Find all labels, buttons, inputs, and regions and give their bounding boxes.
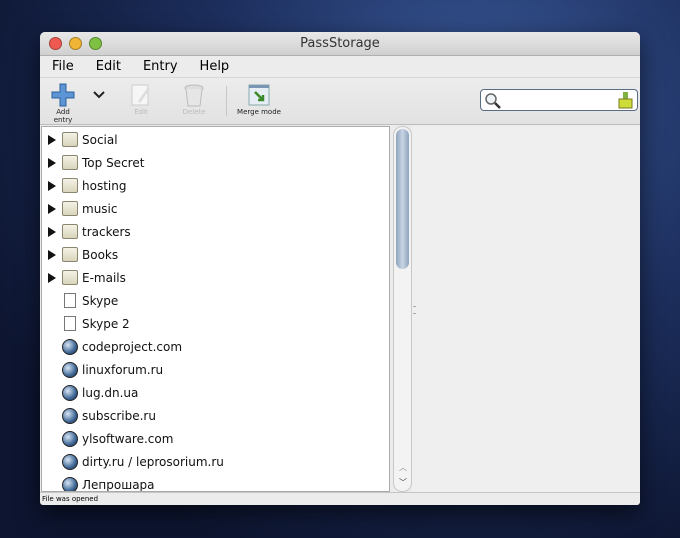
zoom-button[interactable] — [89, 37, 102, 50]
tree-item[interactable]: hosting — [42, 174, 389, 197]
menu-help[interactable]: Help — [200, 56, 230, 77]
status-bar: File was opened — [40, 492, 640, 505]
menu-file[interactable]: File — [52, 56, 74, 77]
tree-item-label: music — [82, 201, 118, 216]
title-bar: PassStorage — [40, 32, 640, 56]
folder-icon — [62, 247, 78, 262]
tree-item-label: hosting — [82, 178, 127, 193]
expand-arrow-icon[interactable] — [48, 203, 56, 214]
tree-item-label: Skype — [82, 293, 119, 308]
expand-arrow-icon[interactable] — [48, 226, 56, 237]
scroll-up-arrow-icon[interactable]: ︿ — [399, 462, 407, 473]
tree-item[interactable]: Social — [42, 128, 389, 151]
tree-item[interactable]: Skype 2 — [42, 312, 389, 335]
tree-item-label: ylsoftware.com — [82, 431, 174, 446]
tree-item-label: linuxforum.ru — [82, 362, 164, 377]
clear-brush-icon[interactable] — [618, 91, 634, 113]
tree-item-label: dirty.ru / leprosorium.ru — [82, 454, 224, 469]
web-globe-icon — [62, 384, 78, 401]
window-title: PassStorage — [300, 36, 380, 51]
tree-item[interactable]: dirty.ru / leprosorium.ru — [42, 450, 389, 473]
search-field[interactable] — [480, 89, 638, 111]
tree-item[interactable]: codeproject.com — [42, 335, 389, 358]
tree-item[interactable]: E-mails — [42, 266, 389, 289]
minimize-button[interactable] — [69, 37, 82, 50]
status-text: File was opened — [42, 495, 99, 503]
scrollbar-thumb[interactable] — [396, 129, 409, 269]
web-globe-icon — [62, 430, 78, 447]
menu-bar: File Edit Entry Help — [40, 56, 640, 78]
tree-item-label: lug.dn.ua — [82, 385, 139, 400]
expand-arrow-icon[interactable] — [48, 272, 56, 283]
tree-scrollbar[interactable]: ︿ ﹀ — [393, 126, 412, 492]
folder-icon — [62, 270, 78, 285]
tree-item[interactable]: Skype — [42, 289, 389, 312]
app-window: PassStorage File Edit Entry Help Add ent… — [40, 32, 640, 505]
expand-arrow-icon[interactable] — [48, 180, 56, 191]
merge-icon — [236, 82, 282, 108]
folder-icon — [62, 155, 78, 170]
tree-item-label: trackers — [82, 224, 131, 239]
trash-icon — [178, 82, 210, 108]
tree-item[interactable]: subscribe.ru — [42, 404, 389, 427]
web-globe-icon — [62, 407, 78, 424]
delete-button[interactable]: Delete — [178, 82, 210, 116]
tree-item[interactable]: Books — [42, 243, 389, 266]
expand-arrow-icon[interactable] — [48, 134, 56, 145]
menu-edit[interactable]: Edit — [96, 56, 121, 77]
edit-button[interactable]: Edit — [126, 82, 156, 116]
web-globe-icon — [62, 453, 78, 470]
tree-item-label: Лепрошара — [82, 477, 155, 492]
web-globe-icon — [62, 338, 78, 355]
add-entry-button[interactable]: Add entry — [46, 82, 80, 124]
tree-item[interactable]: lug.dn.ua — [42, 381, 389, 404]
expand-arrow-icon[interactable] — [48, 157, 56, 168]
tree-item-label: codeproject.com — [82, 339, 183, 354]
merge-mode-button[interactable]: Merge mode — [236, 82, 282, 116]
tree-item[interactable]: Лепрошара — [42, 473, 389, 492]
details-panel — [412, 126, 640, 492]
toolbar: Add entry Edit Delete Merge mode — [40, 78, 640, 125]
document-icon — [64, 293, 76, 308]
plus-icon — [46, 82, 80, 108]
folder-icon — [62, 178, 78, 193]
toolbar-divider — [226, 86, 227, 116]
chevron-down-icon — [92, 82, 106, 108]
tree-item[interactable]: ylsoftware.com — [42, 427, 389, 450]
close-button[interactable] — [49, 37, 62, 50]
folder-icon — [62, 132, 78, 147]
expand-arrow-icon[interactable] — [48, 249, 56, 260]
tree-item[interactable]: music — [42, 197, 389, 220]
scroll-down-arrow-icon[interactable]: ﹀ — [399, 477, 407, 488]
web-globe-icon — [62, 361, 78, 378]
search-icon — [484, 92, 501, 113]
tree-item-label: Top Secret — [82, 155, 145, 170]
folder-icon — [62, 224, 78, 239]
menu-entry[interactable]: Entry — [143, 56, 178, 77]
entry-tree: Social Top Secret hosting music trackers Book… — [41, 126, 390, 492]
tree-item[interactable]: trackers — [42, 220, 389, 243]
split-handle[interactable] — [413, 306, 416, 314]
document-icon — [64, 316, 76, 331]
tree-item-label: Social — [82, 132, 118, 147]
tree-item-label: E-mails — [82, 270, 126, 285]
tree-item-label: Books — [82, 247, 119, 262]
tree-item-label: subscribe.ru — [82, 408, 156, 423]
tree-item-label: Skype 2 — [82, 316, 130, 331]
add-entry-dropdown[interactable] — [92, 82, 106, 108]
tree-item[interactable]: linuxforum.ru — [42, 358, 389, 381]
web-globe-icon — [62, 476, 78, 491]
tree-item[interactable]: Top Secret — [42, 151, 389, 174]
folder-icon — [62, 201, 78, 216]
pencil-icon — [126, 82, 156, 108]
